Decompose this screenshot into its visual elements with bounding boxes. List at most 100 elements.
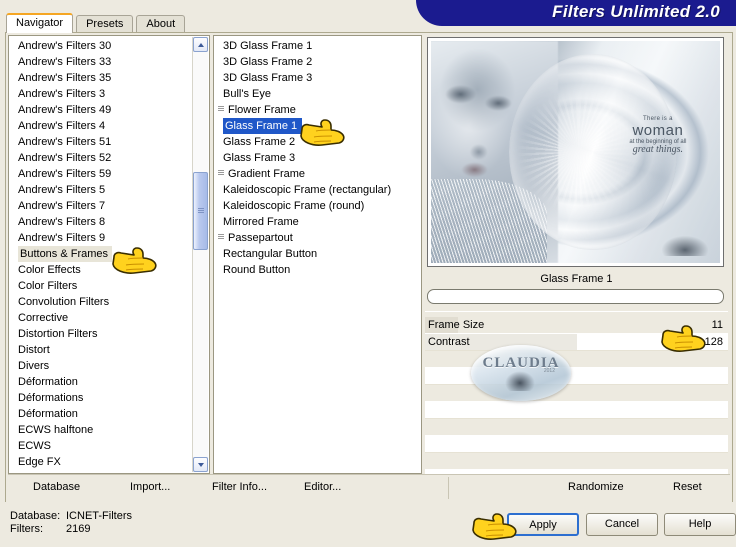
list-item[interactable]: Andrew's Filters 7 [9, 198, 209, 214]
list-item[interactable]: Kaleidoscopic Frame (round) [214, 198, 421, 214]
filter-list-item-selected[interactable]: Glass Frame 1 [223, 118, 303, 134]
category-list-scrollbar[interactable] [192, 37, 208, 472]
list-item[interactable]: Andrew's Filters 5 [9, 182, 209, 198]
cancel-button[interactable]: Cancel [586, 513, 658, 536]
slider-value: 128 [704, 336, 723, 348]
parameter-slider-list[interactable]: Frame Size 11 Contrast 128 [425, 317, 728, 487]
database-button[interactable]: Database [33, 481, 80, 493]
parameter-slider-row[interactable]: Contrast 128 [425, 334, 728, 351]
list-item[interactable]: 3D Glass Frame 1 [214, 38, 421, 54]
command-bar-divider [448, 477, 449, 499]
list-item[interactable]: Glass Frame 3 [214, 150, 421, 166]
claudia-watermark: CLAUDIA 2012 [471, 345, 571, 401]
randomize-button[interactable]: Randomize [568, 481, 624, 493]
category-list[interactable]: Andrew's Filters 30 Andrew's Filters 33 An… [8, 35, 210, 474]
category-list-item-selected[interactable]: Buttons & Frames [18, 246, 113, 262]
list-item[interactable]: 3D Glass Frame 3 [214, 70, 421, 86]
tab-about[interactable]: About [136, 15, 186, 33]
chevron-up-icon[interactable] [193, 37, 208, 52]
filter-list-item-label[interactable]: 3D Glass Frame 1 [223, 40, 312, 52]
filter-list-item-label[interactable]: Glass Frame 3 [223, 152, 295, 164]
parameter-slider-row[interactable] [425, 436, 728, 453]
filter-list-item-label[interactable]: 3D Glass Frame 2 [223, 56, 312, 68]
help-button[interactable]: Help [664, 513, 736, 536]
filters-label: Filters: [10, 523, 43, 535]
list-item[interactable]: ECWS [9, 438, 209, 454]
list-item[interactable]: Andrew's Filters 33 [9, 54, 209, 70]
tab-presets[interactable]: Presets [76, 15, 134, 33]
list-item[interactable]: Round Button [214, 262, 421, 278]
filter-list-item-label[interactable]: Kaleidoscopic Frame (rectangular) [223, 184, 391, 196]
slider-label: Frame Size [428, 319, 485, 331]
preset-name-input[interactable] [427, 289, 724, 304]
list-item[interactable]: Passepartout [214, 230, 421, 246]
preview-box[interactable]: There is a woman at the beginning of all… [427, 37, 724, 267]
list-item[interactable]: Andrew's Filters 3 [9, 86, 209, 102]
list-item[interactable]: Buttons & Frames [9, 246, 209, 262]
filter-list-item-label[interactable]: 3D Glass Frame 3 [223, 72, 312, 84]
list-item[interactable]: Andrew's Filters 51 [9, 134, 209, 150]
scrollbar-track[interactable] [193, 52, 208, 457]
right-panel: There is a woman at the beginning of all… [425, 35, 728, 487]
panel-divider [425, 311, 728, 312]
list-item[interactable]: Andrew's Filters 4 [9, 118, 209, 134]
filter-list-item-label[interactable]: Round Button [223, 264, 290, 276]
parameter-slider-row[interactable]: Frame Size 11 [425, 317, 728, 334]
list-item[interactable]: Déformation [9, 406, 209, 422]
list-item[interactable]: Andrew's Filters 59 [9, 166, 209, 182]
list-item[interactable]: Andrew's Filters 8 [9, 214, 209, 230]
preview-text-line2: woman [632, 121, 684, 139]
filter-list-item-label[interactable]: Mirrored Frame [223, 216, 299, 228]
list-item[interactable]: Kaleidoscopic Frame (rectangular) [214, 182, 421, 198]
filter-list-item-label[interactable]: Kaleidoscopic Frame (round) [223, 200, 364, 212]
filter-info-button[interactable]: Filter Info... [212, 481, 267, 493]
parameter-slider-row[interactable] [425, 385, 728, 402]
stacked-bars-icon [218, 233, 224, 242]
filter-list-item-label[interactable]: Passepartout [228, 232, 293, 244]
parameter-slider-row[interactable] [425, 453, 728, 470]
list-item[interactable]: Convolution Filters [9, 294, 209, 310]
app-title: Filters Unlimited 2.0 [552, 2, 720, 21]
list-item[interactable]: Gradient Frame [214, 166, 421, 182]
list-item[interactable]: Andrew's Filters 49 [9, 102, 209, 118]
list-item[interactable]: Edge FX [9, 454, 209, 470]
stacked-bars-icon [218, 169, 224, 178]
list-item[interactable]: Corrective [9, 310, 209, 326]
list-item[interactable]: Distort [9, 342, 209, 358]
list-item[interactable]: Déformations [9, 390, 209, 406]
parameter-slider-row[interactable] [425, 402, 728, 419]
command-bar: Database Import... Filter Info... Editor… [8, 474, 730, 501]
list-item[interactable]: Andrew's Filters 30 [9, 38, 209, 54]
list-item[interactable]: Andrew's Filters 52 [9, 150, 209, 166]
list-item[interactable]: Color Filters [9, 278, 209, 294]
list-item[interactable]: Flower Frame [214, 102, 421, 118]
chevron-down-icon[interactable] [193, 457, 208, 472]
list-item[interactable]: Andrew's Filters 35 [9, 70, 209, 86]
reset-button[interactable]: Reset [673, 481, 702, 493]
list-item[interactable]: Rectangular Button [214, 246, 421, 262]
list-item[interactable]: Glass Frame 1 [214, 118, 421, 134]
scrollbar-thumb[interactable] [193, 172, 208, 250]
parameter-slider-row[interactable] [425, 419, 728, 436]
list-item[interactable]: Divers [9, 358, 209, 374]
filter-list-item-label[interactable]: Glass Frame 2 [223, 136, 295, 148]
filter-list-item-label[interactable]: Rectangular Button [223, 248, 317, 260]
editor-button[interactable]: Editor... [304, 481, 341, 493]
database-value: ICNET-Filters [66, 510, 132, 522]
list-item[interactable]: Déformation [9, 374, 209, 390]
list-item[interactable]: Color Effects [9, 262, 209, 278]
list-item[interactable]: Andrew's Filters 9 [9, 230, 209, 246]
list-item[interactable]: Bull's Eye [214, 86, 421, 102]
tab-navigator[interactable]: Navigator [6, 13, 74, 33]
filter-list[interactable]: 3D Glass Frame 1 3D Glass Frame 2 3D Glass… [213, 35, 422, 474]
filter-list-item-label[interactable]: Flower Frame [228, 104, 296, 116]
list-item[interactable]: Distortion Filters [9, 326, 209, 342]
apply-button[interactable]: Apply [507, 513, 579, 536]
list-item[interactable]: ECWS halftone [9, 422, 209, 438]
filter-list-item-label[interactable]: Gradient Frame [228, 168, 305, 180]
list-item[interactable]: Glass Frame 2 [214, 134, 421, 150]
list-item[interactable]: Mirrored Frame [214, 214, 421, 230]
list-item[interactable]: 3D Glass Frame 2 [214, 54, 421, 70]
filter-list-item-label[interactable]: Bull's Eye [223, 88, 271, 100]
import-button[interactable]: Import... [130, 481, 170, 493]
